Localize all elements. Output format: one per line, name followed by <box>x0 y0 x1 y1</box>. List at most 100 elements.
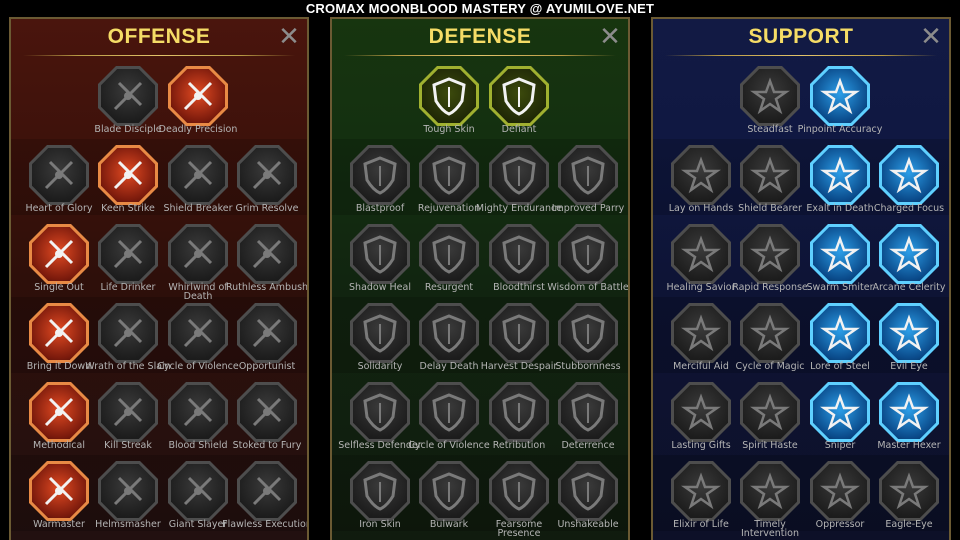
icon-glyph <box>363 472 397 511</box>
skill-slot[interactable]: Ruthless Ambush <box>226 224 307 306</box>
icon-glyph <box>363 314 397 353</box>
skill-slot[interactable]: Shield Bearer <box>733 145 807 227</box>
skull-icon <box>98 382 158 442</box>
icon-glyph <box>363 156 397 195</box>
skill-label: Grim Resolve <box>235 203 299 214</box>
skill-slot[interactable]: Blade Disciple <box>91 66 165 148</box>
icon-glyph <box>432 393 466 432</box>
icon-glyph <box>750 77 790 115</box>
bulwark-shield-icon <box>419 461 479 521</box>
skill-slot[interactable]: Mighty Endurance <box>476 145 562 227</box>
skill-label: Arcane Celerity <box>872 282 946 293</box>
skill-slot[interactable]: Shadow Heal <box>343 224 417 306</box>
icon-glyph <box>252 239 282 269</box>
close-icon[interactable]: ✕ <box>277 24 301 50</box>
icon-glyph <box>252 160 282 190</box>
skill-slot[interactable]: Bloodthirst <box>482 224 556 306</box>
skill-slot[interactable]: Defiant <box>482 66 556 148</box>
skill-slot[interactable]: Selfless Defender <box>338 382 422 464</box>
skill-slot[interactable]: Stubbornness <box>551 303 625 385</box>
spark-swords-icon <box>29 461 89 521</box>
icon-glyph <box>820 314 860 352</box>
skill-slot[interactable]: Resurgent <box>412 224 486 306</box>
skill-slot[interactable]: Methodical <box>22 382 96 464</box>
skill-slot[interactable]: Heart of Glory <box>22 145 96 227</box>
skill-slot[interactable]: Flawless Execution <box>222 461 307 540</box>
skill-slot[interactable]: Wisdom of Battle <box>547 224 628 306</box>
skill-slot[interactable]: Grim Resolve <box>230 145 304 227</box>
skill-slot[interactable]: Delay Death <box>412 303 486 385</box>
skill-slot[interactable]: Cycle of Violence <box>157 303 239 385</box>
icon-glyph <box>889 393 929 431</box>
skill-slot[interactable]: Improved Parry <box>551 145 625 227</box>
skill-slot[interactable]: Harvest Despair <box>481 303 557 385</box>
skill-slot[interactable]: Cycle of Violence <box>408 382 490 464</box>
close-icon[interactable]: ✕ <box>598 24 622 50</box>
dagger-strike-icon <box>168 66 228 126</box>
skill-slot[interactable]: Lay on Hands <box>664 145 738 227</box>
icon-glyph <box>183 318 213 348</box>
skill-slot[interactable]: Bring it Down <box>22 303 96 385</box>
icon-glyph <box>183 81 213 111</box>
skill-slot[interactable]: Sniper <box>803 382 877 464</box>
skill-slot[interactable]: Rejuvenation <box>412 145 486 227</box>
skill-slot[interactable]: Merciful Aid <box>664 303 738 385</box>
heart-sparkle-icon <box>740 66 800 126</box>
icon-glyph <box>252 318 282 348</box>
skill-slot[interactable]: Retribution <box>482 382 556 464</box>
chains-icon <box>237 303 297 363</box>
skill-slot[interactable]: Pinpoint Accuracy <box>798 66 882 148</box>
skill-slot[interactable]: Keen Strike <box>91 145 165 227</box>
skill-slot[interactable]: Tough Skin <box>412 66 486 148</box>
skill-slot[interactable]: Shield Breaker <box>161 145 235 227</box>
icon-glyph <box>750 156 790 194</box>
skill-slot[interactable]: Rapid Response <box>732 224 808 306</box>
skill-slot[interactable]: Opportunist <box>230 303 304 385</box>
flames-icon <box>419 382 479 442</box>
skill-slot[interactable]: Healing Savior <box>664 224 738 306</box>
skill-slot[interactable]: Single Out <box>22 224 96 306</box>
icon-glyph <box>432 235 466 274</box>
crushing-fist-icon <box>810 461 870 521</box>
skill-slot[interactable]: Deterrence <box>551 382 625 464</box>
skill-label: Evil Eye <box>890 361 928 372</box>
skill-slot[interactable]: Master Hexer <box>872 382 946 464</box>
icon-glyph <box>820 77 860 115</box>
skill-slot[interactable]: Kill Streak <box>91 382 165 464</box>
fist-icon <box>98 303 158 363</box>
skill-slot[interactable]: Exalt in Death <box>803 145 877 227</box>
skill-slot[interactable]: Blood Shield <box>161 382 235 464</box>
close-icon[interactable]: ✕ <box>919 24 943 50</box>
skill-slot[interactable]: Arcane Celerity <box>872 224 946 306</box>
icon-glyph <box>889 235 929 273</box>
blood-heart-icon <box>489 224 549 284</box>
skill-slot[interactable]: Unshakeable <box>551 461 625 540</box>
panel-title: SUPPORT <box>748 25 854 48</box>
horned-warrior-icon <box>29 145 89 205</box>
skill-slot[interactable]: Lore of Steel <box>803 303 877 385</box>
skill-slot[interactable]: Deadly Precision <box>159 66 237 148</box>
skill-slot[interactable]: Evil Eye <box>872 303 946 385</box>
skill-slot[interactable]: Solidarity <box>343 303 417 385</box>
skill-slot[interactable]: Whirlwind of Death <box>161 224 235 306</box>
skill-slot[interactable]: Blastproof <box>343 145 417 227</box>
skill-slot[interactable]: Wrath of the Slain <box>85 303 171 385</box>
icon-glyph <box>44 397 74 427</box>
icon-glyph <box>44 239 74 269</box>
skill-slot[interactable]: Spirit Haste <box>733 382 807 464</box>
skill-slot[interactable]: Lasting Gifts <box>664 382 738 464</box>
skill-slot[interactable]: Eagle-Eye <box>872 461 946 540</box>
skill-slot[interactable]: Cycle of Magic <box>733 303 807 385</box>
skill-slot[interactable]: Steadfast <box>733 66 807 148</box>
armored-figure-icon <box>350 461 410 521</box>
icon-glyph <box>820 156 860 194</box>
skill-slot[interactable]: Swarm Smiter <box>803 224 877 306</box>
skill-slot[interactable]: Stoked to Fury <box>230 382 304 464</box>
icon-glyph <box>681 314 721 352</box>
icon-glyph <box>820 393 860 431</box>
icon-glyph <box>363 235 397 274</box>
icon-glyph <box>750 393 790 431</box>
skill-slot[interactable]: Charged Focus <box>872 145 946 227</box>
skill-label: Eagle-Eye <box>885 519 933 530</box>
icon-glyph <box>681 235 721 273</box>
